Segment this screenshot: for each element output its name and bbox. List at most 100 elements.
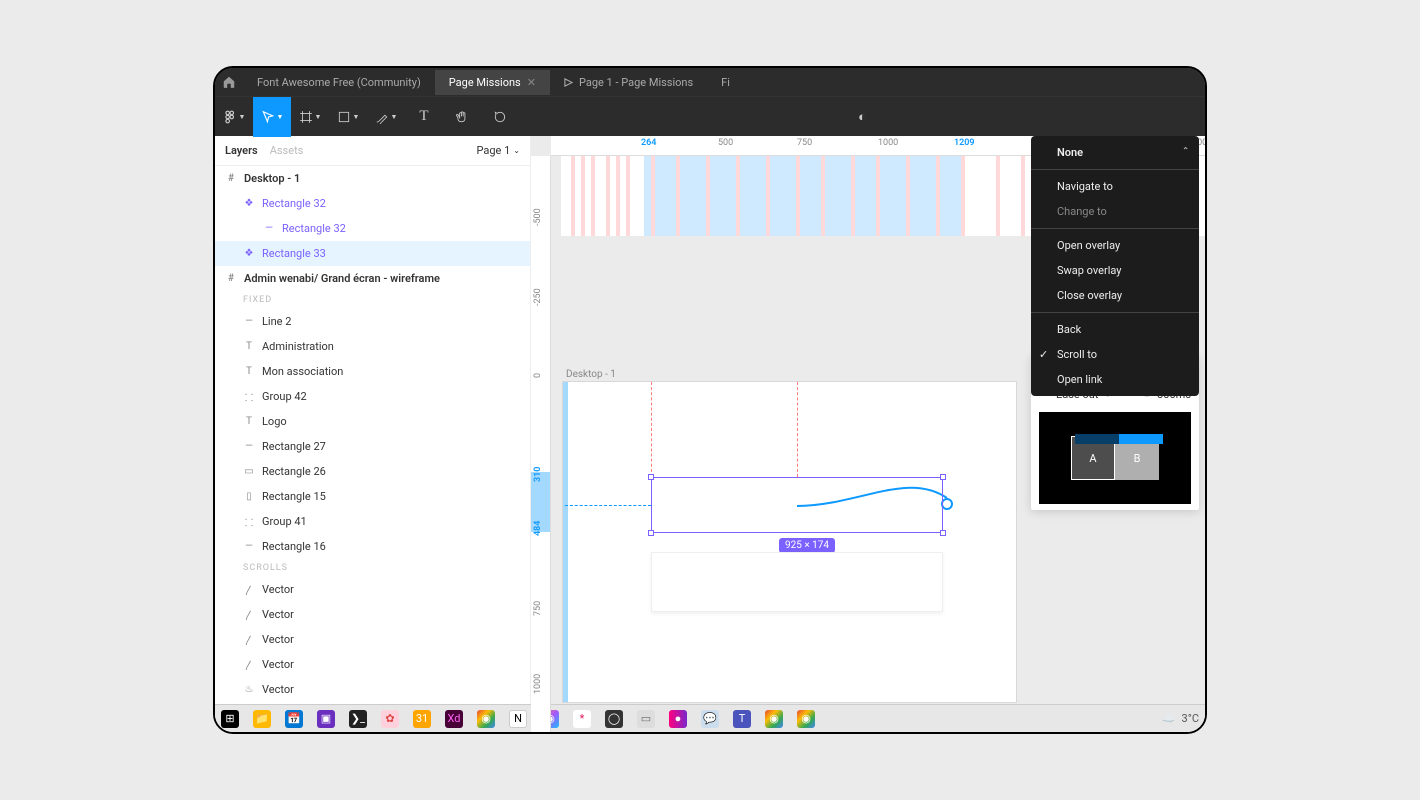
comment-tool[interactable]	[481, 97, 519, 137]
tab-prototype[interactable]: Page 1 - Page Missions	[550, 70, 707, 95]
layer-vector-2[interactable]: 〳Vector	[215, 602, 530, 627]
layer-rectangle-15[interactable]: ▯Rectangle 15	[215, 484, 530, 509]
selection-rectangle[interactable]	[651, 477, 943, 533]
tab-overflow[interactable]: Fi	[707, 70, 744, 95]
figma-menu[interactable]: ▼	[215, 97, 253, 137]
notion-icon[interactable]: N	[509, 710, 527, 728]
tab-layers[interactable]: Layers	[225, 144, 270, 157]
teams-icon[interactable]: T	[733, 710, 751, 728]
app-icon-7[interactable]: 💬	[701, 710, 719, 728]
menu-none[interactable]: None⌃	[1031, 140, 1199, 165]
line-icon: —	[263, 223, 275, 234]
ruler-vertical: -500 -250 0 310 484 750 1000	[531, 156, 551, 732]
layer-label: Vector	[262, 583, 294, 596]
tab-font-awesome[interactable]: Font Awesome Free (Community)	[243, 70, 435, 95]
section-scrolls: SCROLLS	[215, 559, 530, 577]
layer-administration[interactable]: TAdministration	[215, 334, 530, 359]
layer-label: Administration	[262, 340, 334, 353]
menu-open-link[interactable]: Open link	[1031, 367, 1199, 392]
dimension-badge: 925 × 174	[779, 538, 835, 553]
page-selector[interactable]: Page 1⌄	[477, 144, 521, 157]
layer-label: Desktop - 1	[244, 172, 300, 185]
temperature: 3°C	[1182, 712, 1199, 725]
taskbar-right: ☁️ 3°C	[1162, 712, 1199, 725]
ruler-tick: -250	[533, 288, 543, 306]
tab-page-missions[interactable]: Page Missions✕	[435, 70, 550, 95]
weather-icon[interactable]: ☁️	[1162, 712, 1176, 725]
layer-label: Rectangle 33	[262, 247, 326, 260]
layers-panel: Layers Assets Page 1⌄ #Desktop - 1 ❖Rect…	[215, 136, 531, 732]
chrome-icon-2[interactable]: ◉	[765, 710, 783, 728]
chrome-icon-3[interactable]: ◉	[797, 710, 815, 728]
rectangle-card[interactable]	[651, 552, 943, 612]
layer-label: Rectangle 32	[262, 197, 326, 210]
hand-tool[interactable]	[443, 97, 481, 137]
app-icon-2[interactable]: ✿	[381, 710, 399, 728]
interaction-menu: None⌃ Navigate to Change to Open overlay…	[1031, 136, 1199, 396]
layer-label: Line 2	[262, 315, 291, 328]
layer-group-41[interactable]: ⸬Group 41	[215, 509, 530, 534]
guide-dash-h	[565, 505, 651, 506]
app-icon-5[interactable]: ▭	[637, 710, 655, 728]
layer-logo[interactable]: T Logo	[215, 409, 530, 434]
figma-app: Font Awesome Free (Community) Page Missi…	[215, 68, 1205, 732]
menu-navigate-to[interactable]: Navigate to	[1031, 174, 1199, 199]
layer-vector-3[interactable]: 〳Vector	[215, 627, 530, 652]
layer-line-2[interactable]: — Line 2	[215, 309, 530, 334]
layer-rectangle-26[interactable]: ▭Rectangle 26	[215, 459, 530, 484]
app-icon-1[interactable]: ▣	[317, 710, 335, 728]
text-icon: T	[243, 366, 255, 377]
menu-back[interactable]: Back	[1031, 317, 1199, 342]
calendar-icon[interactable]: 📅	[285, 710, 303, 728]
tab-assets[interactable]: Assets	[270, 144, 316, 157]
layer-rectangle-32-child[interactable]: —Rectangle 32	[215, 216, 530, 241]
pen-tool[interactable]: ▼	[367, 97, 405, 137]
ruler-tick: 310	[533, 467, 543, 482]
layer-label: Group 42	[262, 390, 307, 403]
layer-label: Vector	[262, 608, 294, 621]
app-icon-3[interactable]: 31	[413, 710, 431, 728]
app-icon-4[interactable]: ◯	[605, 710, 623, 728]
layer-label: Logo	[262, 415, 287, 428]
contrast-icon[interactable]: ◐	[858, 109, 866, 125]
layer-vector-1[interactable]: 〳Vector	[215, 577, 530, 602]
canvas[interactable]: 264 500 750 1000 1209 1500 2000 -500 -25…	[531, 136, 1205, 732]
frame-tool[interactable]: ▼	[291, 97, 329, 137]
adobe-xd-icon[interactable]: Xd	[445, 710, 463, 728]
file-explorer-icon[interactable]: 📁	[253, 710, 271, 728]
menu-swap-overlay[interactable]: Swap overlay	[1031, 258, 1199, 283]
menu-close-overlay[interactable]: Close overlay	[1031, 283, 1199, 308]
shape-tool[interactable]: ▼	[329, 97, 367, 137]
layer-mon-association[interactable]: T Mon association	[215, 359, 530, 384]
layer-rectangle-27[interactable]: —Rectangle 27	[215, 434, 530, 459]
ruler-tick: 484	[533, 521, 543, 536]
home-icon[interactable]	[215, 75, 243, 89]
menu-scroll-to[interactable]: Scroll to	[1031, 342, 1199, 367]
terminal-icon[interactable]: ❯_	[349, 710, 367, 728]
layer-label: Rectangle 26	[262, 465, 326, 478]
text-icon: T	[243, 416, 255, 427]
line-icon: —	[243, 316, 255, 327]
chrome-icon-1[interactable]: ◉	[477, 710, 495, 728]
layer-frame-admin[interactable]: #Admin wenabi/ Grand écran - wireframe	[215, 266, 530, 291]
layer-vector-4[interactable]: 〳Vector	[215, 652, 530, 677]
tabs-bar: Font Awesome Free (Community) Page Missi…	[215, 68, 1205, 96]
layer-vector-5[interactable]: ♨Vector	[215, 677, 530, 702]
move-tool[interactable]: ▼	[253, 97, 291, 137]
close-icon[interactable]: ✕	[527, 76, 536, 89]
layer-label: Vector	[262, 658, 294, 671]
start-button[interactable]: ⊞	[221, 710, 239, 728]
prototype-preview: A B	[1039, 412, 1191, 504]
slack-icon[interactable]: *	[573, 710, 591, 728]
layer-rectangle-33[interactable]: ❖Rectangle 33	[215, 241, 530, 266]
layer-group-42[interactable]: ⸬Group 42	[215, 384, 530, 409]
menu-open-overlay[interactable]: Open overlay	[1031, 233, 1199, 258]
layer-rectangle-16[interactable]: —Rectangle 16	[215, 534, 530, 559]
layer-label: Mon association	[262, 365, 343, 378]
app-icon-6[interactable]: ●	[669, 710, 687, 728]
layer-rectangle-32[interactable]: ❖Rectangle 32	[215, 191, 530, 216]
menu-change-to[interactable]: Change to	[1031, 199, 1199, 224]
text-tool[interactable]: T	[405, 97, 443, 137]
artboard-label[interactable]: Desktop - 1	[566, 369, 616, 380]
layer-frame-desktop1[interactable]: #Desktop - 1	[215, 166, 530, 191]
